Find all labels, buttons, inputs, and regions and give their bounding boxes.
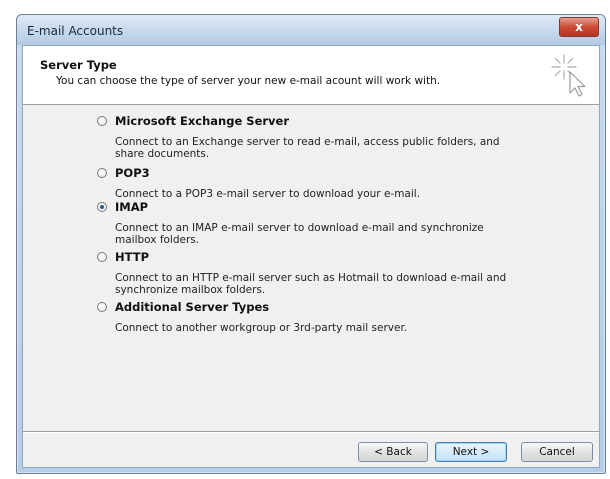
- email-accounts-dialog: E-mail Accounts x Server Type You can ch…: [16, 14, 606, 474]
- option-description: Connect to an Exchange server to read e-…: [115, 136, 500, 160]
- close-icon: x: [575, 20, 583, 34]
- option-description: Connect to another workgroup or 3rd-part…: [115, 322, 408, 334]
- radio-exchange[interactable]: [97, 116, 107, 126]
- option-label[interactable]: HTTP: [115, 250, 149, 264]
- option-description: Connect to a POP3 e-mail server to downl…: [115, 188, 421, 200]
- header-subtitle: You can choose the type of server your n…: [56, 75, 441, 87]
- radio-imap[interactable]: [97, 202, 107, 212]
- radio-pop3[interactable]: [97, 168, 107, 178]
- option-label[interactable]: Additional Server Types: [115, 300, 269, 314]
- window-title: E-mail Accounts: [27, 24, 124, 38]
- option-label[interactable]: POP3: [115, 166, 150, 180]
- dialog-content: Server Type You can choose the type of s…: [22, 45, 600, 468]
- footer-separator: [23, 431, 599, 433]
- cancel-button[interactable]: Cancel: [521, 442, 593, 462]
- option-label[interactable]: Microsoft Exchange Server: [115, 114, 289, 128]
- option-label[interactable]: IMAP: [115, 200, 148, 214]
- next-button[interactable]: Next >: [435, 442, 507, 462]
- cursor-sparkle-icon: [551, 54, 586, 97]
- option-description: Connect to an IMAP e-mail server to down…: [115, 222, 484, 246]
- option-description: Connect to an HTTP e-mail server such as…: [115, 272, 507, 296]
- back-button[interactable]: < Back: [358, 442, 428, 462]
- header-title: Server Type: [40, 58, 117, 72]
- radio-http[interactable]: [97, 252, 107, 262]
- close-button[interactable]: x: [559, 17, 599, 37]
- radio-additional[interactable]: [97, 302, 107, 312]
- title-bar[interactable]: E-mail Accounts x: [17, 15, 605, 45]
- wizard-header: Server Type You can choose the type of s…: [23, 46, 599, 105]
